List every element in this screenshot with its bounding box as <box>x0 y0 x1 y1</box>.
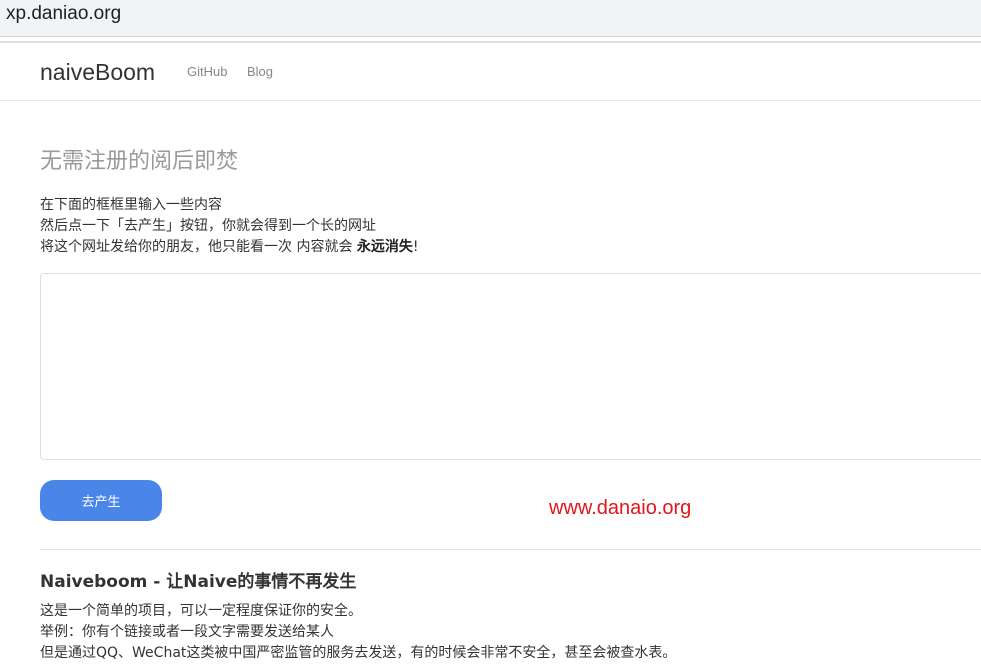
intro-line-3-prefix: 将这个网址发给你的朋友，他只能看一次 内容就会 <box>40 239 357 255</box>
page-title: 无需注册的阅后即焚 <box>40 149 239 174</box>
about-line-3: 但是通过QQ、WeChat这类被中国严密监管的服务去发送，有的时候会非常不安全，… <box>40 645 677 661</box>
watermark-text: www.danaio.org <box>549 497 692 519</box>
intro-line-2: 然后点一下「去产生」按钮，你就会得到一个长的网址 <box>40 218 376 234</box>
nav-link-github[interactable]: GitHub <box>187 64 227 79</box>
address-bar-url[interactable]: xp.daniao.org <box>6 3 121 25</box>
nav-link-blog[interactable]: Blog <box>247 64 273 79</box>
about-line-1: 这是一个简单的项目，可以一定程度保证你的安全。 <box>40 603 362 619</box>
brand-logo-link[interactable]: naiveBoom <box>40 59 155 86</box>
intro-line-3-suffix: ! <box>412 239 419 255</box>
intro-instructions: 在下面的框框里输入一些内容 然后点一下「去产生」按钮，你就会得到一个长的网址 将… <box>40 195 419 258</box>
generate-link-button[interactable]: 去产生 <box>40 480 162 521</box>
browser-address-bar[interactable]: xp.daniao.org <box>0 0 981 37</box>
section-divider <box>40 549 981 550</box>
about-description: 这是一个简单的项目，可以一定程度保证你的安全。 举例：你有个链接或者一段文字需要… <box>40 601 676 664</box>
top-navbar: naiveBoom GitHub Blog <box>0 43 981 101</box>
about-title: Naiveboom - 让Naive的事情不再发生 <box>40 572 357 592</box>
intro-line-3: 将这个网址发给你的朋友，他只能看一次 内容就会 永远消失! <box>40 237 419 258</box>
intro-line-1: 在下面的框框里输入一些内容 <box>40 197 222 213</box>
intro-emphasis: 永远消失 <box>356 239 413 255</box>
message-textarea[interactable] <box>40 273 981 460</box>
about-line-2: 举例：你有个链接或者一段文字需要发送给某人 <box>40 624 334 640</box>
